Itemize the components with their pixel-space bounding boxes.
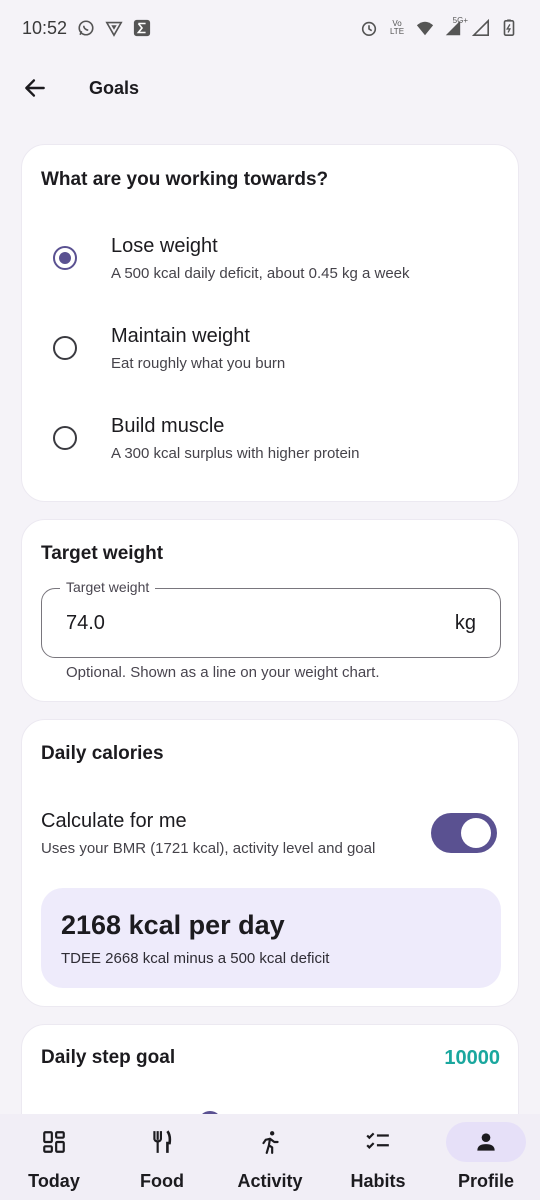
run-icon xyxy=(230,1122,310,1162)
unit-suffix: kg xyxy=(454,612,476,634)
page-title: Goals xyxy=(89,77,140,98)
nav-today[interactable]: Today xyxy=(0,1114,108,1200)
goal-card-title: What are you working towards? xyxy=(41,169,329,190)
daily-calories-title: Daily calories xyxy=(41,743,164,764)
wifi-icon xyxy=(416,19,434,37)
target-weight-card: Target weight Target weight 74.0 kg Opti… xyxy=(21,519,519,702)
goal-option-maintain-weight[interactable]: Maintain weight Eat roughly what you bur… xyxy=(22,307,518,391)
back-button[interactable] xyxy=(11,64,59,112)
signal-icon-2 xyxy=(472,19,490,37)
radio-lose-weight[interactable] xyxy=(53,246,77,270)
calorie-breakdown: TDEE 2668 kcal minus a 500 kcal deficit xyxy=(61,950,330,967)
option-label: Lose weight xyxy=(111,235,218,257)
calorie-result: 2168 kcal per day xyxy=(61,910,285,940)
step-goal-title: Daily step goal xyxy=(41,1047,176,1068)
radio-maintain-weight[interactable] xyxy=(53,336,77,360)
status-time: 10:52 xyxy=(22,17,68,38)
calculate-switch[interactable] xyxy=(431,813,497,853)
volte-icon: Vo LTE xyxy=(388,19,406,37)
status-bar-left: 10:52 xyxy=(22,18,151,39)
option-subtitle: Eat roughly what you burn xyxy=(111,355,286,372)
nav-label: Profile xyxy=(457,1171,514,1191)
nav-label: Habits xyxy=(350,1171,406,1191)
nav-food[interactable]: Food xyxy=(108,1114,216,1200)
calorie-result-box: 2168 kcal per day TDEE 2668 kcal minus a… xyxy=(41,888,501,988)
switch-knob xyxy=(461,818,491,848)
nav-label: Food xyxy=(140,1171,184,1191)
battery-icon xyxy=(500,19,518,37)
person-icon xyxy=(446,1122,526,1162)
app-bar: Goals xyxy=(0,60,540,116)
daily-calories-card: Daily calories Calculate for me Uses you… xyxy=(21,719,519,1007)
5g-text: 5G+ xyxy=(452,16,468,25)
helper-text: Optional. Shown as a line on your weight… xyxy=(66,664,380,681)
field-label: Target weight xyxy=(60,579,156,595)
nav-profile[interactable]: Profile xyxy=(432,1114,540,1200)
signal-icon: 5G+ xyxy=(444,17,468,37)
target-weight-field[interactable]: Target weight 74.0 kg xyxy=(41,579,501,658)
goal-option-lose-weight[interactable]: Lose weight A 500 kcal daily deficit, ab… xyxy=(22,217,518,301)
dashboard-icon xyxy=(14,1122,94,1162)
step-goal-value: 10000 xyxy=(444,1047,500,1069)
status-bar-right: Vo LTE 5G+ xyxy=(360,17,518,37)
goal-option-build-muscle[interactable]: Build muscle A 300 kcal surplus with hig… xyxy=(22,397,518,481)
calculate-toggle-label: Calculate for me xyxy=(41,810,187,832)
checklist-icon xyxy=(338,1122,418,1162)
lte-text: LTE xyxy=(389,27,405,36)
nav-habits[interactable]: Habits xyxy=(324,1114,432,1200)
sigma-app-icon xyxy=(133,19,151,37)
nav-label: Today xyxy=(28,1171,80,1191)
arrow-back-icon xyxy=(25,79,45,97)
option-subtitle: A 300 kcal surplus with higher protein xyxy=(111,445,360,462)
calculate-toggle-subtitle: Uses your BMR (1721 kcal), activity leve… xyxy=(41,840,376,857)
whatsapp-icon xyxy=(77,19,95,37)
bottom-navigation: Today Food Activity Habits Profile xyxy=(0,1114,540,1200)
vpn-shield-icon xyxy=(105,19,123,37)
restaurant-icon xyxy=(122,1122,202,1162)
nav-label: Activity xyxy=(237,1171,303,1191)
radio-build-muscle[interactable] xyxy=(53,426,77,450)
nav-activity[interactable]: Activity xyxy=(216,1114,324,1200)
target-weight-title: Target weight xyxy=(41,543,164,564)
option-subtitle: A 500 kcal daily deficit, about 0.45 kg … xyxy=(111,265,410,282)
option-label: Build muscle xyxy=(111,415,225,437)
goal-card: What are you working towards? Lose weigh… xyxy=(21,144,519,502)
target-weight-input[interactable]: 74.0 xyxy=(66,612,105,635)
option-label: Maintain weight xyxy=(111,325,250,347)
alarm-icon xyxy=(360,19,378,37)
status-bar: 10:52 Vo LTE 5G+ xyxy=(0,0,540,56)
